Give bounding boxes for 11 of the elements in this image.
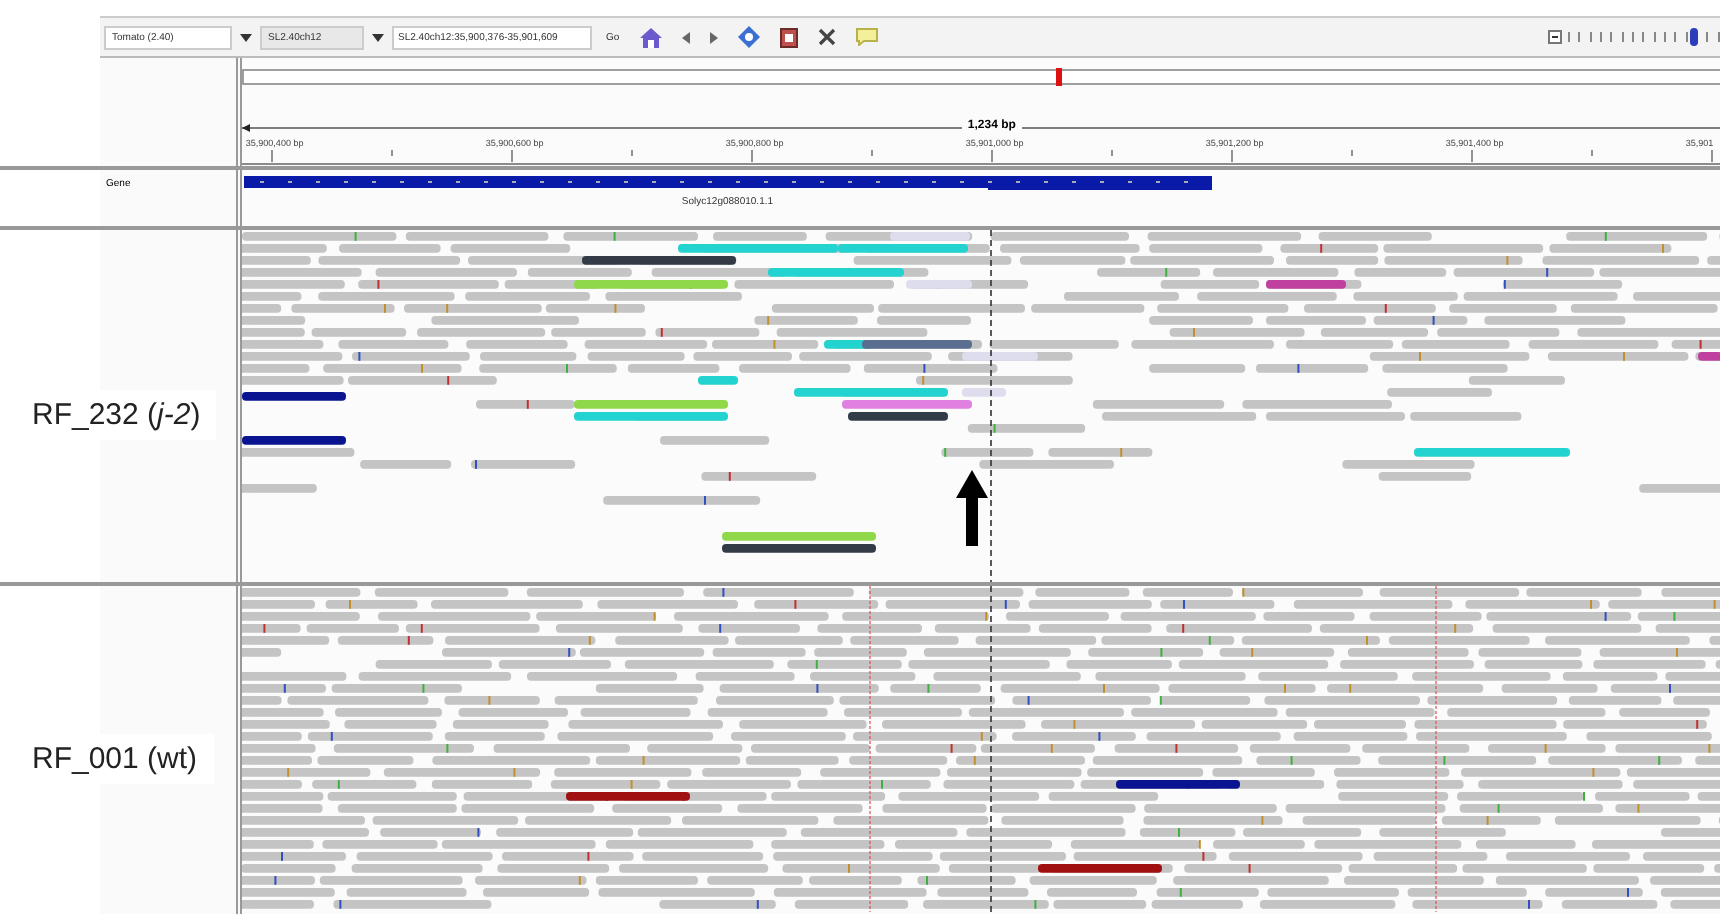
zoom-slider[interactable] bbox=[1548, 27, 1720, 47]
zoom-out-icon[interactable] bbox=[1548, 30, 1562, 44]
close-icon[interactable] bbox=[817, 28, 836, 46]
home-icon[interactable] bbox=[639, 27, 662, 47]
back-icon[interactable] bbox=[681, 31, 690, 43]
dropdown-caret-icon bbox=[372, 33, 384, 41]
dropdown-caret-icon bbox=[240, 33, 252, 41]
up-arrow-icon bbox=[955, 470, 988, 546]
region-icon[interactable] bbox=[779, 27, 798, 47]
forward-icon[interactable] bbox=[709, 31, 718, 43]
refresh-icon[interactable] bbox=[737, 26, 760, 48]
